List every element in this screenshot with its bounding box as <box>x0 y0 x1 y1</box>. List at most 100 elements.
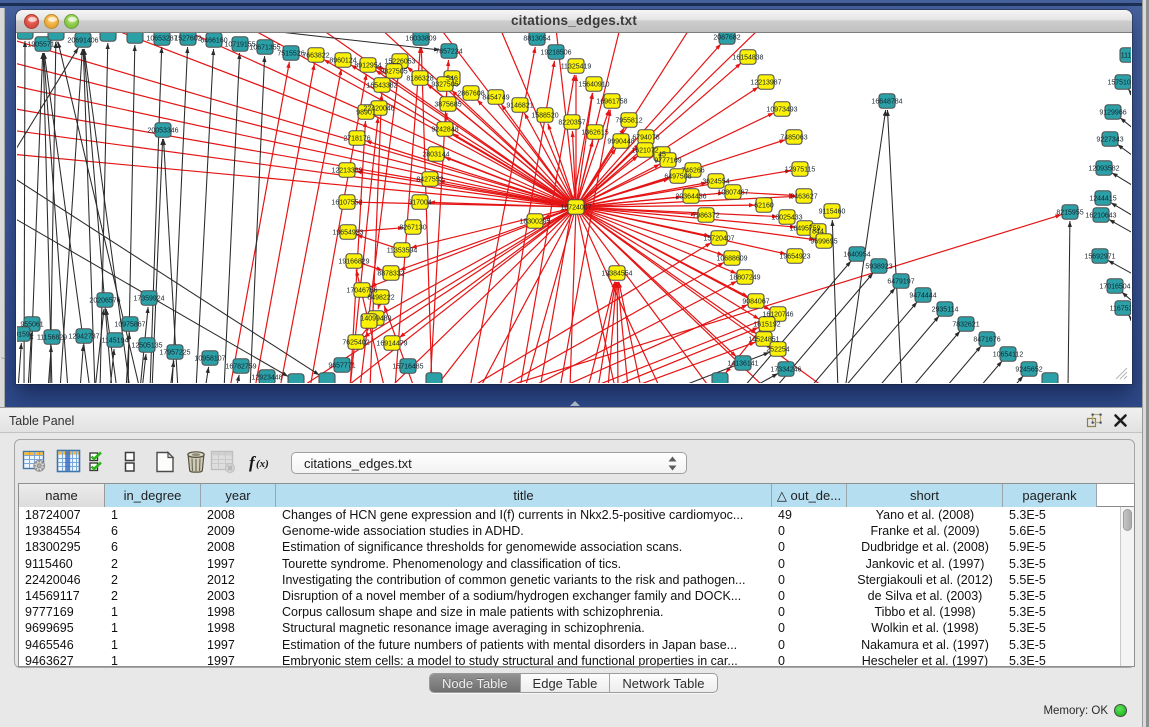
arrowhead <box>1129 315 1131 321</box>
table-row[interactable]: 977716911998Corpus callosum shape and si… <box>19 604 1134 620</box>
graph-node-label: 19055712 <box>27 42 58 49</box>
cell-name: 9115460 <box>19 556 105 572</box>
graph-node-label: 7986372 <box>692 213 719 220</box>
table-panel: Table Panel f(x) citations_edges.txt nam… <box>0 407 1149 727</box>
cell-title: Corpus callosum shape and size in male p… <box>276 604 772 620</box>
table-source-dropdown[interactable]: citations_edges.txt <box>291 452 687 474</box>
column-header-short[interactable]: short <box>847 484 1003 507</box>
citation-edge <box>421 47 432 383</box>
tab-edge-table[interactable]: Edge Table <box>521 674 611 692</box>
graph-node-label: 1362615 <box>581 130 608 137</box>
graph-node-label: 6794078 <box>632 135 659 142</box>
graph-node-label: 10654112 <box>993 352 1024 359</box>
column-header-in_degree[interactable]: in_degree <box>105 484 201 507</box>
cell-year: 2012 <box>201 572 276 588</box>
graph-edge <box>808 288 895 383</box>
cell-out_de: 0 <box>772 604 847 620</box>
table-row[interactable]: 946362711997Embryonic stem cells: a mode… <box>19 653 1134 667</box>
arrowhead <box>379 94 383 100</box>
cell-pagerank: 5.3E-5 <box>1003 637 1097 653</box>
new-column-icon[interactable] <box>153 450 177 479</box>
memory-status-icon[interactable] <box>1114 704 1127 717</box>
graph-node-label: 16107552 <box>331 200 362 207</box>
table-row[interactable]: 946554611997Estimation of the future num… <box>19 637 1134 653</box>
graph-edge <box>944 346 982 383</box>
graph-node-label: 10671355 <box>249 45 280 52</box>
table-scrollbar[interactable] <box>1120 507 1134 667</box>
cell-year: 2008 <box>201 539 276 555</box>
arrowhead <box>830 220 834 226</box>
graph-node-label: 98901 <box>356 110 376 117</box>
scrollbar-thumb[interactable] <box>1123 509 1132 531</box>
window-titlebar[interactable]: citations_edges.txt <box>16 10 1132 33</box>
table-row[interactable]: 1872400712008Changes of HCN gene express… <box>19 507 1134 523</box>
cell-in_degree: 1 <box>105 637 201 653</box>
table-row[interactable]: 2242004622012Investigating the contribut… <box>19 572 1134 588</box>
arrowhead <box>73 48 78 54</box>
graph-node-label: 15716485 <box>392 364 423 371</box>
graph-node[interactable] <box>288 374 304 383</box>
column-header-year[interactable]: year <box>201 484 276 507</box>
cell-name: 18300295 <box>19 539 105 555</box>
column-header-out_de[interactable]: △ out_de... <box>772 484 847 507</box>
left-panel-edge[interactable]: ⌣ <box>0 8 5 407</box>
function-builder-icon[interactable]: f(x) <box>248 453 278 478</box>
tab-network-table[interactable]: Network Table <box>610 674 716 692</box>
column-header-pagerank[interactable]: pagerank <box>1003 484 1097 507</box>
network-view-window: citations_edges.txt 19055712206914061065… <box>16 10 1132 384</box>
graph-node[interactable] <box>712 373 728 383</box>
graph-node[interactable] <box>426 373 442 383</box>
graph-node-label: 9777169 <box>654 158 681 165</box>
graph-node-label: 1244415 <box>1089 196 1116 203</box>
table-row[interactable]: 969969511998Structural magnetic resonanc… <box>19 620 1134 636</box>
citation-edge <box>576 207 778 217</box>
select-columns-icon[interactable] <box>56 449 81 479</box>
column-header-name[interactable]: name <box>19 484 105 507</box>
graph-node[interactable] <box>127 33 143 43</box>
split-divider-handle[interactable] <box>570 401 580 406</box>
table-row[interactable]: 911546021997Tourette syndrome. Phenomeno… <box>19 556 1134 572</box>
resize-grip-icon[interactable] <box>1115 367 1128 380</box>
right-panel-edge[interactable] <box>1142 0 1149 407</box>
graph-node-label: 8427552 <box>416 177 443 184</box>
graph-node-label: 8960124 <box>329 58 356 65</box>
cell-name: 22420046 <box>19 572 105 588</box>
graph-node[interactable] <box>100 33 116 41</box>
table-row[interactable]: 1830029562008Estimation of significance … <box>19 539 1134 555</box>
table-row[interactable]: 1456911722003Disruption of a novel membe… <box>19 588 1134 604</box>
deselect-all-icon[interactable] <box>123 451 137 478</box>
graph-node-label: 3624554 <box>702 179 729 186</box>
graph-node[interactable] <box>48 33 64 40</box>
graph-node-label: 2718176 <box>343 136 370 143</box>
graph-node-label: 317004 <box>408 200 431 207</box>
graph-node-label: 1527602 <box>174 36 201 43</box>
select-all-icon[interactable] <box>89 451 111 478</box>
table-settings-icon[interactable] <box>22 449 47 479</box>
arrowhead <box>262 56 266 62</box>
tab-node-table[interactable]: Node Table <box>430 674 521 692</box>
graph-edge <box>196 49 214 383</box>
column-header-title[interactable]: title <box>276 484 772 507</box>
cell-pagerank: 5.3E-5 <box>1003 556 1097 572</box>
graph-node-label: 12505135 <box>131 343 162 350</box>
network-canvas[interactable]: 1905571220691406106532871527602646616010… <box>17 33 1131 383</box>
cell-year: 1997 <box>201 637 276 653</box>
graph-node[interactable] <box>319 373 335 383</box>
graph-node-label: 1621072 <box>631 148 658 155</box>
graph-node-label: 17046766 <box>346 288 377 295</box>
cell-in_degree: 1 <box>105 620 201 636</box>
graph-node-label: 8220357 <box>558 120 585 127</box>
cell-pagerank: 5.6E-5 <box>1003 523 1097 539</box>
table-row[interactable]: 1938455462009Genome-wide association stu… <box>19 523 1134 539</box>
graph-node-label: 20053346 <box>147 128 178 135</box>
graph-node[interactable] <box>1042 373 1058 383</box>
graph-edge <box>842 302 917 383</box>
delete-column-icon[interactable] <box>184 450 208 479</box>
arrowhead <box>571 131 575 137</box>
close-panel-icon[interactable] <box>1113 413 1128 428</box>
cell-short: Franke et al. (2009) <box>847 523 1003 539</box>
float-window-icon[interactable] <box>1086 413 1102 429</box>
graph-node[interactable] <box>17 33 33 39</box>
right-panel-edge-lower[interactable] <box>1142 407 1149 727</box>
graph-node-label: 9474444 <box>909 293 936 300</box>
